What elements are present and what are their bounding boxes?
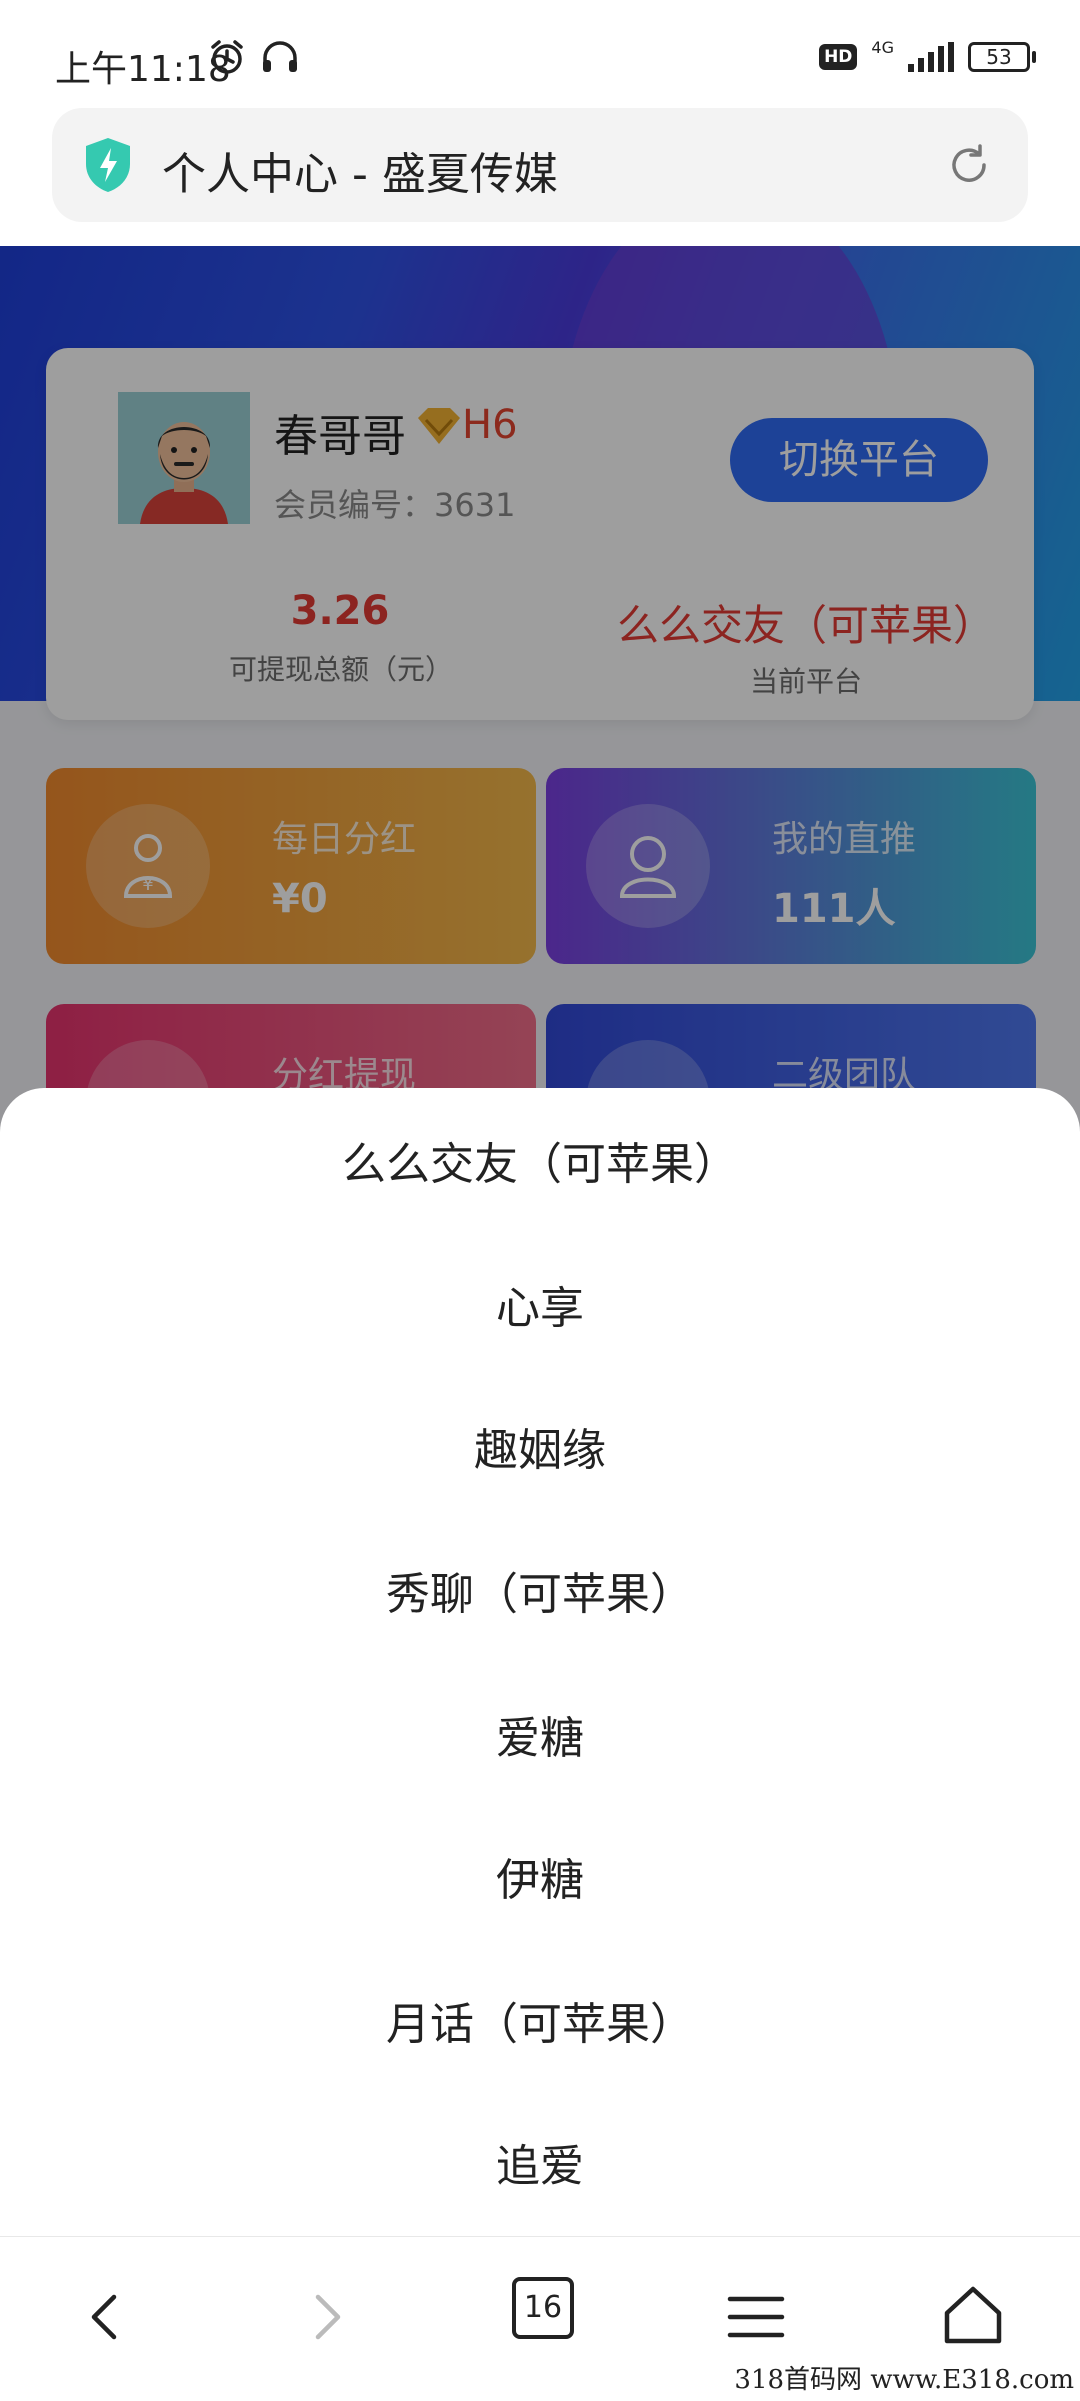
back-icon[interactable] xyxy=(66,2277,146,2357)
platform-option[interactable]: 月话（可苹果） xyxy=(0,1988,1080,2052)
reload-icon[interactable] xyxy=(946,142,992,188)
status-icons-left xyxy=(208,38,300,76)
page-title: 个人中心 - 盛夏传媒 xyxy=(162,149,558,200)
battery-level: 53 xyxy=(986,45,1012,69)
network-type: 4G xyxy=(871,37,894,57)
forward-icon[interactable] xyxy=(286,2277,366,2357)
status-bar: 上午11:18 HD 4G 53 xyxy=(0,0,1080,110)
home-icon[interactable] xyxy=(933,2277,1013,2357)
watermark: 318首码网 www.E318.com xyxy=(734,2359,1074,2396)
signal-icon xyxy=(908,42,954,72)
platform-option[interactable]: 么么交友（可苹果） xyxy=(0,1128,1080,1192)
hd-badge: HD xyxy=(819,44,858,70)
platform-picker-sheet: 么么交友（可苹果） 心享 趣姻缘 秀聊（可苹果） 爱糖 伊糖 月话（可苹果） 追… xyxy=(0,1088,1080,2236)
alarm-icon xyxy=(211,40,243,74)
platform-option[interactable]: 趣姻缘 xyxy=(0,1414,1080,1478)
platform-option[interactable]: 心享 xyxy=(0,1272,1080,1336)
platform-option[interactable]: 秀聊（可苹果） xyxy=(0,1558,1080,1622)
headphones-icon xyxy=(263,41,297,72)
tabs-button[interactable]: 16 xyxy=(512,2277,574,2339)
platform-option[interactable]: 伊糖 xyxy=(0,1844,1080,1908)
security-shield-icon xyxy=(86,138,130,192)
status-time: 上午11:18 xyxy=(55,49,231,90)
url-bar[interactable]: 个人中心 - 盛夏传媒 xyxy=(52,108,1028,222)
platform-option[interactable]: 爱糖 xyxy=(0,1702,1080,1766)
battery-icon: 53 xyxy=(968,42,1036,72)
platform-option[interactable]: 追爱 xyxy=(0,2130,1080,2194)
menu-icon[interactable] xyxy=(716,2277,796,2357)
status-icons-right: HD 4G 53 xyxy=(819,38,1036,72)
